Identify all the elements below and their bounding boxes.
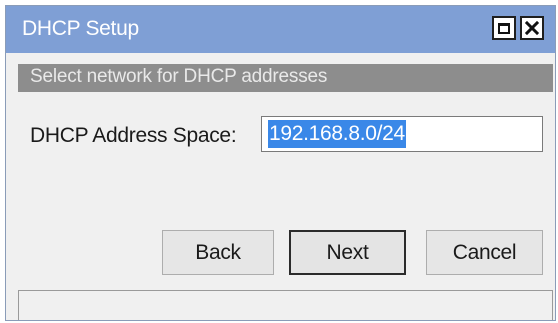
dhcp-address-space-value: 192.168.8.0/24 (268, 120, 406, 148)
cancel-button[interactable]: Cancel (426, 230, 543, 275)
dhcp-setup-window: DHCP Setup Select network for DHCP addre… (5, 5, 556, 321)
back-button[interactable]: Back (162, 230, 274, 275)
maximize-icon (498, 22, 510, 34)
window-title: DHCP Setup (22, 17, 139, 40)
status-bar (18, 290, 553, 320)
dhcp-address-space-label: DHCP Address Space: (30, 124, 237, 147)
dhcp-address-space-input[interactable]: 192.168.8.0/24 (261, 116, 543, 152)
close-button[interactable] (520, 16, 544, 40)
instruction-text: Select network for DHCP addresses (30, 66, 328, 87)
close-icon (525, 21, 539, 35)
title-bar[interactable]: DHCP Setup (6, 6, 555, 53)
next-button[interactable]: Next (289, 230, 406, 275)
instruction-banner: Select network for DHCP addresses (18, 64, 553, 92)
maximize-button[interactable] (492, 16, 516, 40)
